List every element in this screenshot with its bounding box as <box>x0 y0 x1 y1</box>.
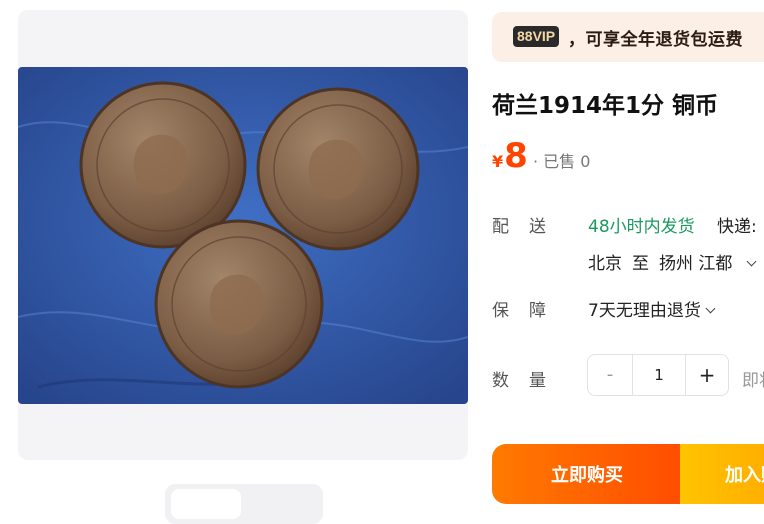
quantity-stepper: - 1 + <box>587 354 729 396</box>
express-label: 快递: <box>717 217 757 237</box>
guarantee-dropdown[interactable]: 7天无理由退货 <box>588 296 716 321</box>
guarantee-label: 保障 <box>492 301 566 321</box>
price-value: 8 <box>504 136 528 176</box>
add-to-cart-button[interactable]: 加入购物车 <box>680 444 764 504</box>
sold-count: · 已售 0 <box>533 152 591 171</box>
availability-text: 即将 <box>742 371 764 391</box>
price-currency: ¥ <box>492 152 504 171</box>
shipping-destination: 扬州 江都 <box>659 254 733 274</box>
chevron-down-icon <box>746 256 757 267</box>
thumbnail-active[interactable] <box>171 489 241 519</box>
vip-badge: 88VIP <box>513 26 560 47</box>
vip-banner-text: ，可享全年退货包运费 <box>568 30 743 50</box>
product-title: 荷兰1914年1分 铜币 <box>492 93 719 119</box>
buy-now-button[interactable]: 立即购买 <box>492 444 682 504</box>
guarantee-text: 7天无理由退货 <box>588 301 701 321</box>
shipping-origin: 北京 <box>588 254 622 274</box>
shipping-route[interactable]: 北京至扬州 江都 <box>588 249 757 274</box>
quantity-input[interactable]: 1 <box>632 355 686 395</box>
shipping-time: 48小时内发货 <box>588 217 695 237</box>
shipping-label: 配送 <box>492 217 566 237</box>
price: ¥8 <box>492 136 528 176</box>
increment-button[interactable]: + <box>685 355 728 395</box>
chevron-down-icon <box>705 303 716 314</box>
quantity-label: 数量 <box>492 371 566 391</box>
decrement-button[interactable]: - <box>588 355 633 395</box>
shipping-to-word: 至 <box>632 254 649 274</box>
product-image[interactable] <box>18 67 468 404</box>
